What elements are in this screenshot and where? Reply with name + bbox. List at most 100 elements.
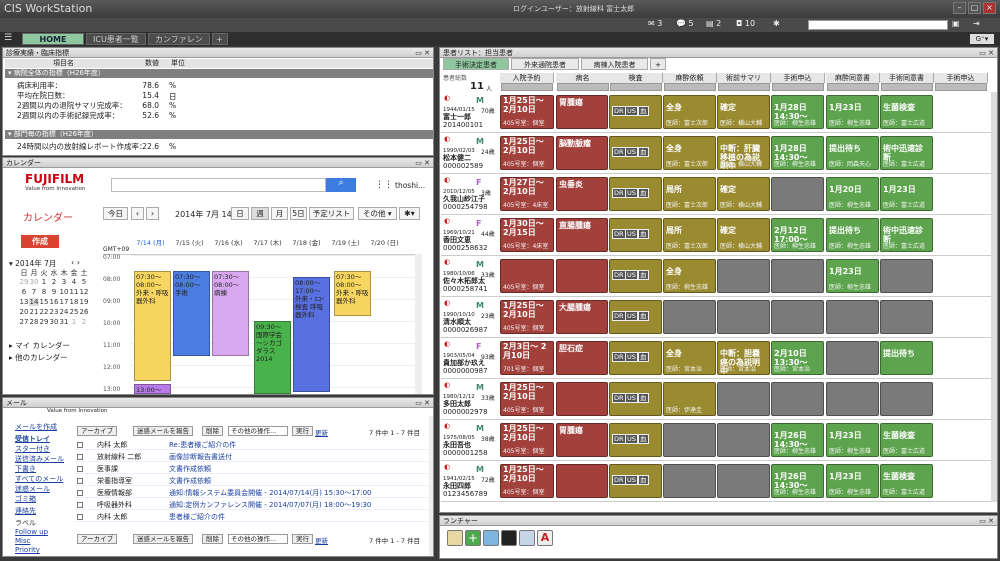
status-cell[interactable] xyxy=(771,300,824,334)
status-cell[interactable] xyxy=(826,341,879,375)
mini-day[interactable]: 26 xyxy=(79,308,89,316)
alert-icon[interactable]: ◐ xyxy=(444,176,450,184)
mail-folder-link[interactable]: Priority xyxy=(15,546,40,554)
patient-name[interactable]: 富士一郎 xyxy=(443,113,495,121)
mini-day[interactable]: 29 xyxy=(39,318,49,326)
view-button[interactable]: 日 xyxy=(231,207,249,220)
status-cell[interactable]: 術中迅速診断 医師：富士広道 xyxy=(880,218,933,252)
settings-gear-icon[interactable]: ✱▾ xyxy=(399,207,420,220)
status-cell[interactable]: 局所 医師：富士次郎 xyxy=(663,218,716,252)
status-cell[interactable] xyxy=(826,382,879,416)
mini-day[interactable]: 7 xyxy=(29,288,39,296)
admission-cell[interactable]: 2月3日～ 2月10日 701号室：個室 xyxy=(500,341,554,375)
maximize-icon[interactable]: ▢ xyxy=(968,2,981,14)
status-cell[interactable]: 医師：伊達圭 xyxy=(663,382,716,416)
status-cell[interactable] xyxy=(663,464,716,498)
calendar-search-input[interactable] xyxy=(111,178,326,192)
patient-name[interactable]: 貴加部か玖え xyxy=(443,359,495,367)
mail-row[interactable]: 医療情報部 通知:情報システム委員会開催 - 2014/07/14(月) 15:3… xyxy=(75,488,429,498)
mini-day[interactable]: 29 xyxy=(19,278,29,286)
patient-name[interactable]: 佐々木拓郎太 xyxy=(443,277,495,285)
column-filter[interactable] xyxy=(881,83,933,91)
camera-icon[interactable]: ◘ 10 xyxy=(736,19,755,28)
status-cell[interactable] xyxy=(880,300,933,334)
status-cell[interactable] xyxy=(717,423,770,457)
alert-icon[interactable]: ◐ xyxy=(444,422,450,430)
logout-icon[interactable]: ⇥ xyxy=(973,19,980,28)
column-filter[interactable] xyxy=(772,83,824,91)
patient-name[interactable]: 松本健二 xyxy=(443,154,495,162)
patient-name[interactable]: 香田文恵 xyxy=(443,236,495,244)
status-cell[interactable]: 術中迅速診断 医師：富士広道 xyxy=(880,136,933,170)
panel-controls-icon[interactable]: ▭ ✕ xyxy=(979,49,994,57)
status-cell[interactable] xyxy=(717,259,770,293)
admission-cell[interactable]: 1月25日～ 2月10日 405号室：個室 xyxy=(500,423,554,457)
exam-cell[interactable]: DR US 血 xyxy=(609,464,662,498)
exam-cell[interactable]: DR US 血 xyxy=(609,423,662,457)
mini-cal-nav-icon[interactable]: ‹ › xyxy=(71,258,80,267)
apps-icon[interactable]: ⋮⋮ xyxy=(375,180,393,190)
status-cell[interactable] xyxy=(880,259,933,293)
user-icon[interactable]: ▣ xyxy=(952,19,960,28)
mail-checkbox[interactable] xyxy=(77,442,83,448)
mini-day[interactable]: 22 xyxy=(39,308,49,316)
disease-cell[interactable]: 大腸腫瘍 xyxy=(556,300,608,334)
mail-folder-link[interactable]: メールを作成 xyxy=(15,422,57,432)
image-launcher-icon[interactable] xyxy=(501,530,517,546)
mini-day[interactable]: 30 xyxy=(29,278,39,286)
refresh-link[interactable]: 更新 xyxy=(315,427,328,437)
mail-row[interactable]: 内科 太郎 患者様ご紹介の件 xyxy=(75,512,429,522)
status-cell[interactable]: 提出待ち 医師：柳生忠雄 xyxy=(826,218,879,252)
panel-controls-icon[interactable]: ▭ ✕ xyxy=(415,159,430,167)
exam-cell[interactable]: DR US 血 xyxy=(609,259,662,293)
archive-button[interactable]: アーカイブ xyxy=(77,426,118,436)
patient-scrollbar[interactable] xyxy=(991,92,997,502)
menu-icon[interactable]: ☰ xyxy=(4,33,12,43)
mail-folder-link[interactable]: 受信トレイ xyxy=(15,434,50,444)
patient-tab[interactable]: 外来通院患者 xyxy=(511,58,579,70)
mail-folder-link[interactable]: Follow up xyxy=(15,528,48,536)
status-cell[interactable]: 1月26日 14:30～ 医師：柳生忠雄 xyxy=(771,423,824,457)
run-button[interactable]: 実行 xyxy=(292,534,313,544)
today-button[interactable]: 今日 xyxy=(103,207,128,220)
mini-day[interactable]: 3 xyxy=(59,278,69,286)
alert-icon[interactable]: ◐ xyxy=(444,217,450,225)
prev-button[interactable]: ‹ xyxy=(131,207,144,220)
mini-day[interactable]: 16 xyxy=(49,298,59,306)
admission-cell[interactable]: 1月25日～ 2月10日 405号室：個室 xyxy=(500,136,554,170)
alert-icon[interactable]: ◐ xyxy=(444,94,450,102)
alert-icon[interactable]: ◐ xyxy=(444,258,450,266)
status-cell[interactable]: 全身 医師：富士次郎 xyxy=(663,95,716,129)
patient-name[interactable]: 永田吾也 xyxy=(443,441,495,449)
status-cell[interactable] xyxy=(880,382,933,416)
admission-cell[interactable]: 1月25日～ 2月10日 405号室：個室 xyxy=(500,382,554,416)
gear-icon[interactable]: ✱ xyxy=(773,19,780,28)
panel-controls-icon[interactable]: ▭ ✕ xyxy=(415,49,430,57)
exam-cell[interactable]: DR US 血 xyxy=(609,382,662,416)
disease-cell[interactable]: 直腸腫瘍 xyxy=(556,218,608,252)
viewer-launcher-icon[interactable] xyxy=(483,530,499,546)
mail-checkbox[interactable] xyxy=(77,490,83,496)
mail-folder-link[interactable]: ゴミ箱 xyxy=(15,494,36,504)
mini-day[interactable]: 11 xyxy=(69,288,79,296)
mail-checkbox[interactable] xyxy=(77,502,83,508)
calendar-event[interactable]: 08:00～ 17:00～ 外来・ｴｺｰ 検査 呼吸器外科 xyxy=(293,277,330,392)
view-button[interactable]: 月 xyxy=(271,207,288,220)
mail-checkbox[interactable] xyxy=(77,514,83,520)
tab-home[interactable]: HOME xyxy=(22,33,84,45)
mini-day[interactable]: 13 xyxy=(19,298,29,306)
column-filter[interactable] xyxy=(501,83,553,91)
report-spam-button[interactable]: 迷惑メールを報告 xyxy=(133,534,193,544)
more-button[interactable]: その他 ▾ xyxy=(358,207,397,220)
column-filter[interactable] xyxy=(935,83,987,91)
mail-row[interactable]: 放射線科 二郎 画像診断報告書送付 xyxy=(75,452,429,462)
mail-folder-link[interactable]: スター付き xyxy=(15,444,50,454)
mini-day[interactable]: 1 xyxy=(69,318,79,326)
status-cell[interactable]: 提出待ち 医師：岡森天心 xyxy=(826,136,879,170)
status-cell[interactable] xyxy=(663,300,716,334)
admission-cell[interactable]: 1月27日～ 2月10日 405号室：4床室 xyxy=(500,177,554,211)
mail-scrollbar[interactable] xyxy=(429,416,433,556)
mail-row[interactable]: 栄養指導室 文書作成依頼 xyxy=(75,476,429,486)
mail-row[interactable]: 呼吸器外科 通知:定例カンファレンス開催 - 2014/07/07(月) 18:0… xyxy=(75,500,429,510)
status-cell[interactable] xyxy=(663,423,716,457)
